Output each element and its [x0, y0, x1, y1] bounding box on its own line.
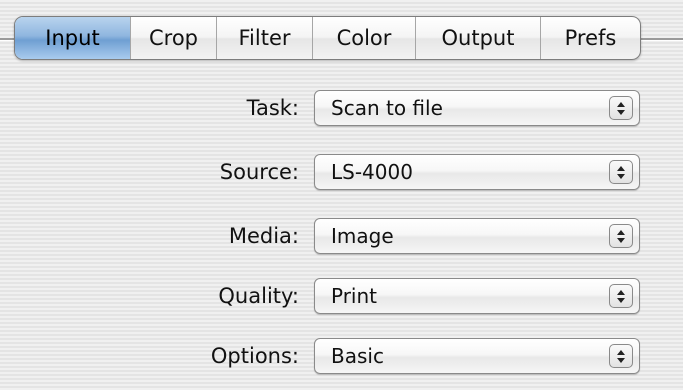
- task-label: Task:: [246, 96, 299, 120]
- source-row: Source: LS-4000: [0, 154, 683, 190]
- quality-row: Quality: Print: [0, 278, 683, 314]
- source-popup[interactable]: LS-4000: [314, 154, 640, 190]
- options-value: Basic: [331, 344, 384, 368]
- tab-filter[interactable]: Filter: [216, 17, 312, 59]
- quality-label: Quality:: [218, 284, 299, 308]
- up-down-arrows-icon: [609, 224, 633, 248]
- options-label: Options:: [210, 344, 299, 368]
- task-row: Task: Scan to file: [0, 90, 683, 126]
- media-label: Media:: [228, 224, 299, 248]
- tab-output[interactable]: Output: [415, 17, 540, 59]
- media-row: Media: Image: [0, 218, 683, 254]
- options-popup[interactable]: Basic: [314, 338, 640, 374]
- tab-crop[interactable]: Crop: [130, 17, 216, 59]
- tab-prefs[interactable]: Prefs: [540, 17, 640, 59]
- tab-color[interactable]: Color: [312, 17, 415, 59]
- task-value: Scan to file: [331, 96, 443, 120]
- quality-value: Print: [331, 284, 378, 308]
- options-row: Options: Basic: [0, 338, 683, 374]
- source-label: Source:: [219, 160, 299, 184]
- tab-bar: Input Crop Filter Color Output Prefs: [14, 16, 641, 60]
- up-down-arrows-icon: [609, 160, 633, 184]
- quality-popup[interactable]: Print: [314, 278, 640, 314]
- tab-input[interactable]: Input: [15, 17, 130, 59]
- up-down-arrows-icon: [609, 344, 633, 368]
- source-value: LS-4000: [331, 160, 413, 184]
- media-value: Image: [331, 224, 394, 248]
- media-popup[interactable]: Image: [314, 218, 640, 254]
- up-down-arrows-icon: [609, 96, 633, 120]
- up-down-arrows-icon: [609, 284, 633, 308]
- task-popup[interactable]: Scan to file: [314, 90, 640, 126]
